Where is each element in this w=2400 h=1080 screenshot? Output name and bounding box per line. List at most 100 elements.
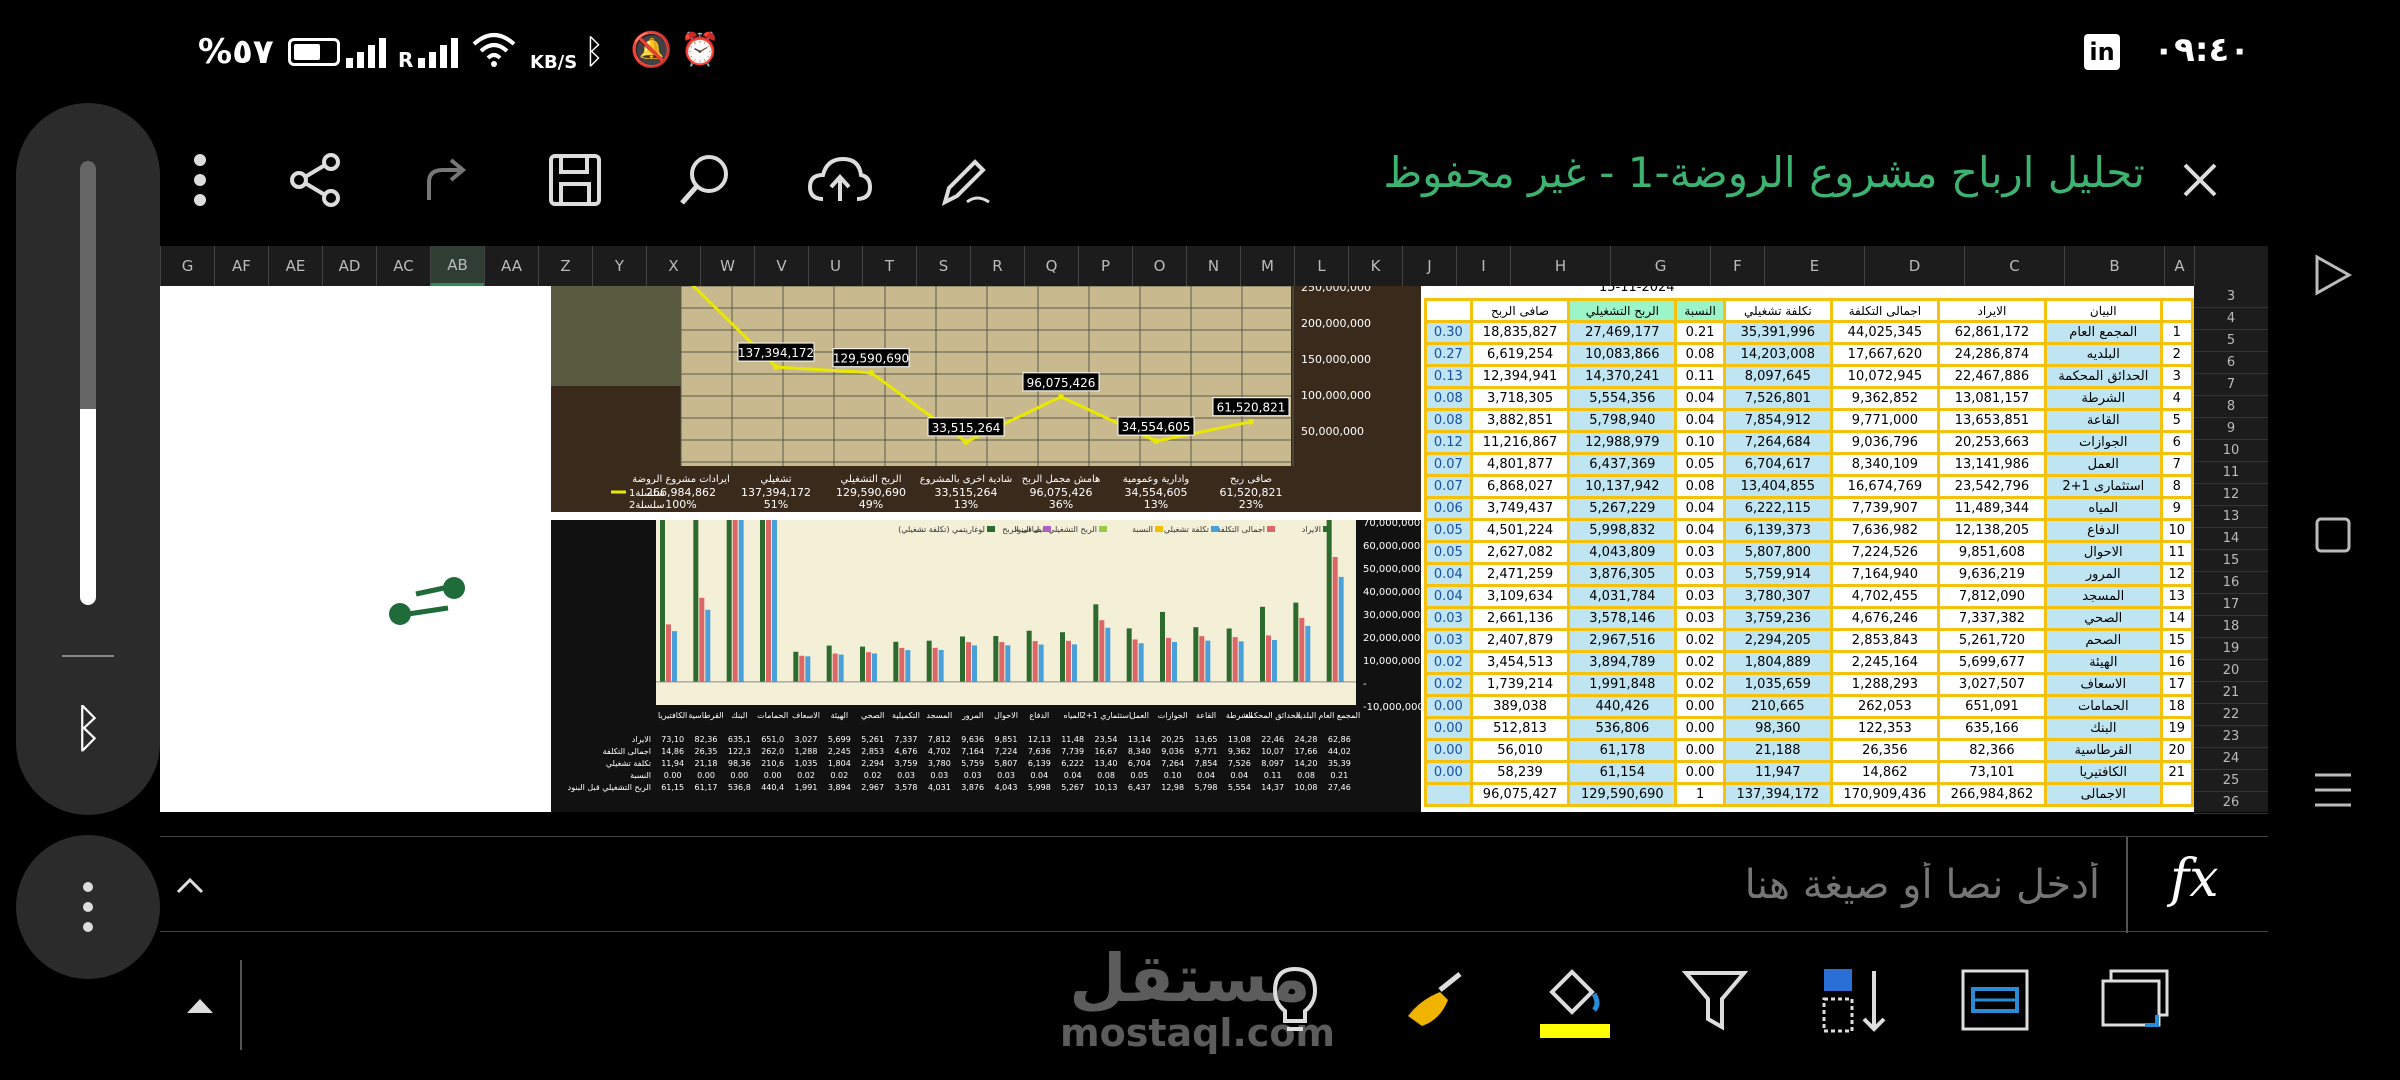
table-cell[interactable]: 3,749,437 (1469, 496, 1571, 521)
table-cell[interactable]: 5,998,832 (1567, 518, 1678, 543)
table-cell[interactable]: 0.13 (1424, 364, 1473, 389)
table-cell[interactable]: 6,619,254 (1469, 342, 1571, 367)
table-cell[interactable]: 6,868,027 (1469, 474, 1571, 499)
column-header-ac[interactable]: AC (376, 246, 430, 286)
table-cell[interactable]: 262,053 (1829, 694, 1940, 719)
table-cell[interactable]: 0.07 (1424, 474, 1473, 499)
table-cell[interactable]: 10,137,942 (1567, 474, 1678, 499)
table-cell[interactable]: 440,426 (1567, 694, 1678, 719)
column-header-r[interactable]: R (970, 246, 1024, 286)
table-cell[interactable]: 0.02 (1424, 650, 1473, 675)
table-cell[interactable]: 12,988,979 (1567, 430, 1678, 455)
table-header-cell[interactable]: النسبة (1674, 298, 1726, 323)
table-cell[interactable]: 389,038 (1469, 694, 1571, 719)
table-cell[interactable]: 4,043,809 (1567, 540, 1678, 565)
table-cell[interactable] (2159, 782, 2194, 807)
table-cell[interactable]: 18 (2159, 694, 2194, 719)
table-cell[interactable]: البنك (2043, 716, 2163, 741)
table-cell[interactable]: 11,947 (1722, 760, 1833, 785)
close-button[interactable] (2170, 150, 2230, 210)
row-header-26[interactable]: 26 (2194, 792, 2268, 814)
table-cell[interactable]: 7,224,526 (1829, 540, 1940, 565)
table-cell[interactable]: 1,991,848 (1567, 672, 1678, 697)
table-cell[interactable]: 9,851,608 (1936, 540, 2047, 565)
table-cell[interactable]: 9,036,796 (1829, 430, 1940, 455)
table-cell[interactable]: 21,188 (1722, 738, 1833, 763)
table-cell[interactable]: 0.04 (1674, 408, 1726, 433)
row-header-7[interactable]: 7 (2194, 374, 2268, 396)
table-cell[interactable]: 62,861,172 (1936, 320, 2047, 345)
table-cell[interactable]: 129,590,690 (1567, 782, 1678, 807)
table-cell[interactable]: 2,294,205 (1722, 628, 1833, 653)
table-cell[interactable]: استثمارى 1+2 (2043, 474, 2163, 499)
table-cell[interactable]: 1,035,659 (1722, 672, 1833, 697)
expand-formula-button[interactable] (160, 855, 220, 915)
column-header-n[interactable]: N (1186, 246, 1240, 286)
recents-button[interactable] (2298, 755, 2368, 825)
table-cell[interactable]: 23,542,796 (1936, 474, 2047, 499)
table-cell[interactable]: 3,894,789 (1567, 650, 1678, 675)
table-header-cell[interactable]: الربح التشغيلي (1567, 298, 1678, 323)
table-cell[interactable]: الدفاع (2043, 518, 2163, 543)
table-cell[interactable]: 1 (1674, 782, 1726, 807)
column-header-t[interactable]: T (862, 246, 916, 286)
column-header-aa[interactable]: AA (484, 246, 538, 286)
table-header-cell[interactable] (2159, 298, 2194, 323)
table-cell[interactable]: الصحم (2043, 628, 2163, 653)
column-header-g[interactable]: G (1610, 246, 1710, 286)
table-cell[interactable]: 16 (2159, 650, 2194, 675)
table-cell[interactable]: 12,138,205 (1936, 518, 2047, 543)
table-cell[interactable]: 26,356 (1829, 738, 1940, 763)
table-cell[interactable]: 3 (2159, 364, 2194, 389)
row-header-3[interactable]: 3 (2194, 286, 2268, 308)
table-cell[interactable]: المياه (2043, 496, 2163, 521)
bluetooth-toggle[interactable]: ᛒ (52, 693, 124, 765)
table-cell[interactable]: 0.03 (1674, 562, 1726, 587)
row-header-20[interactable]: 20 (2194, 660, 2268, 682)
line-chart[interactable]: 250,000,000 200,000,000 150,000,000 100,000… (551, 286, 1421, 512)
save-button[interactable] (540, 145, 610, 215)
table-cell[interactable]: 2,661,136 (1469, 606, 1571, 631)
table-cell[interactable]: 7,337,382 (1936, 606, 2047, 631)
table-cell[interactable]: 4 (2159, 386, 2194, 411)
column-header-b[interactable]: B (2064, 246, 2164, 286)
table-cell[interactable]: 0.00 (1674, 716, 1726, 741)
row-header-9[interactable]: 9 (2194, 418, 2268, 440)
table-cell[interactable]: 73,101 (1936, 760, 2047, 785)
table-cell[interactable]: 0.11 (1674, 364, 1726, 389)
column-header-ad[interactable]: AD (322, 246, 376, 286)
back-button[interactable] (2298, 240, 2368, 310)
table-cell[interactable]: 9,636,219 (1936, 562, 2047, 587)
table-cell[interactable]: 19 (2159, 716, 2194, 741)
table-cell[interactable]: 4,676,246 (1829, 606, 1940, 631)
table-cell[interactable]: 0.04 (1674, 496, 1726, 521)
table-cell[interactable]: الجوازات (2043, 430, 2163, 455)
more-options-button[interactable] (170, 145, 230, 215)
table-header-cell[interactable]: صافى الربح (1469, 298, 1571, 323)
ideas-button[interactable] (1250, 955, 1340, 1045)
table-cell[interactable]: 1,739,214 (1469, 672, 1571, 697)
table-cell[interactable]: 21 (2159, 760, 2194, 785)
table-cell[interactable]: 56,010 (1469, 738, 1571, 763)
table-cell[interactable]: 170,909,436 (1829, 782, 1940, 807)
table-cell[interactable]: 44,025,345 (1829, 320, 1940, 345)
table-cell[interactable]: 0.08 (1424, 386, 1473, 411)
column-header-o[interactable]: O (1132, 246, 1186, 286)
row-header-8[interactable]: 8 (2194, 396, 2268, 418)
table-cell[interactable]: 14,862 (1829, 760, 1940, 785)
spreadsheet-grid[interactable]: 250,000,000 200,000,000 150,000,000 100,000… (160, 286, 2194, 812)
table-cell[interactable]: 0.00 (1424, 760, 1473, 785)
row-header-24[interactable]: 24 (2194, 748, 2268, 770)
draw-button[interactable] (930, 145, 1000, 215)
table-cell[interactable]: 12 (2159, 562, 2194, 587)
table-cell[interactable]: 0.04 (1674, 518, 1726, 543)
table-cell[interactable]: الاسعاف (2043, 672, 2163, 697)
table-cell[interactable]: 11,216,867 (1469, 430, 1571, 455)
row-header-12[interactable]: 12 (2194, 484, 2268, 506)
table-cell[interactable]: البلديه (2043, 342, 2163, 367)
table-cell[interactable]: 0.04 (1424, 584, 1473, 609)
table-cell[interactable]: 3,027,507 (1936, 672, 2047, 697)
table-cell[interactable]: 7,264,684 (1722, 430, 1833, 455)
table-cell[interactable]: 5,699,677 (1936, 650, 2047, 675)
home-button[interactable] (2298, 500, 2368, 570)
